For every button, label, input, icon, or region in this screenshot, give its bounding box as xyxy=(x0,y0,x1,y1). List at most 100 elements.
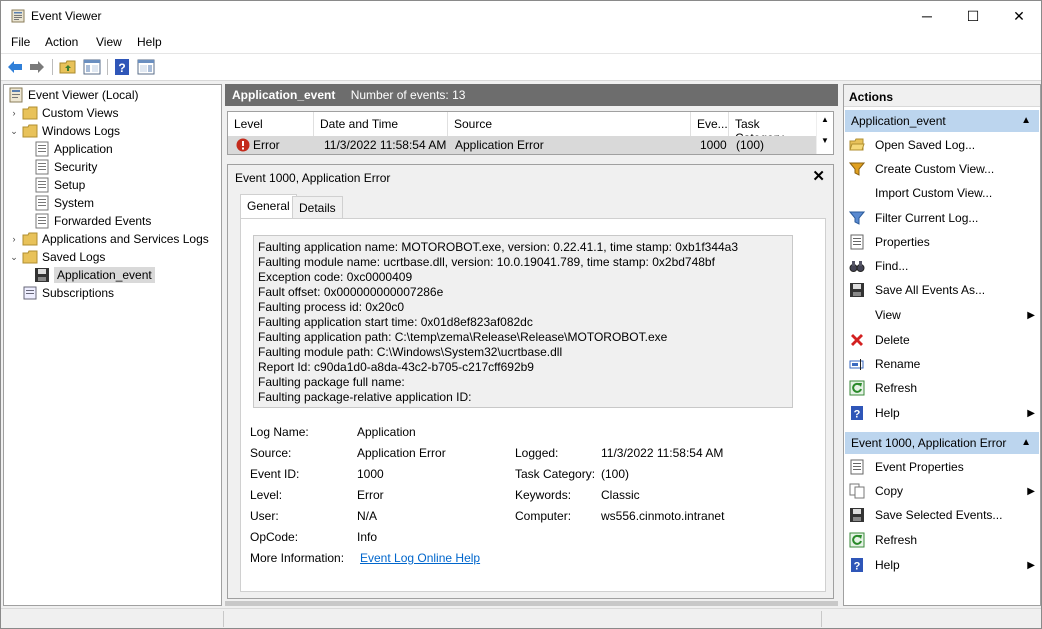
action-delete[interactable]: Delete xyxy=(849,329,1037,351)
show-hide-action-pane-icon[interactable] xyxy=(137,58,155,76)
column-header-event-id[interactable]: Eve... xyxy=(691,112,729,136)
level-value: Error xyxy=(357,488,384,502)
logged-label: Logged: xyxy=(515,446,559,460)
tree-item-security[interactable]: Security xyxy=(32,158,97,176)
maximize-icon: ☐ xyxy=(966,7,980,24)
chevron-right-icon[interactable]: › xyxy=(8,234,20,244)
description-line: Faulting package full name: xyxy=(258,375,405,389)
action-help-event[interactable]: ? Help ▶ xyxy=(849,554,1037,576)
action-save-all-events[interactable]: Save All Events As... xyxy=(849,279,1037,301)
action-create-custom-view[interactable]: Create Custom View... xyxy=(849,158,1037,180)
collapse-up-icon[interactable]: ▲ xyxy=(1021,437,1031,448)
action-refresh[interactable]: Refresh xyxy=(849,377,1037,399)
action-label: Rename xyxy=(875,357,921,371)
tree-item-label: Application xyxy=(54,142,113,156)
menu-action[interactable]: Action xyxy=(45,35,78,49)
cell-event-id: 1000 xyxy=(700,138,727,152)
chevron-down-icon[interactable]: ⌄ xyxy=(8,252,20,263)
general-tab-panel: Faulting application name: MOTOROBOT.exe… xyxy=(240,218,826,592)
scroll-up-icon[interactable]: ▲ xyxy=(817,115,833,124)
action-label: Filter Current Log... xyxy=(875,211,979,225)
tree-item-application[interactable]: Application xyxy=(32,140,113,158)
tree-item-forwarded-events[interactable]: Forwarded Events xyxy=(32,212,151,230)
submenu-arrow-icon: ▶ xyxy=(1027,309,1035,321)
event-description[interactable]: Faulting application name: MOTOROBOT.exe… xyxy=(253,235,793,408)
forward-arrow-icon[interactable] xyxy=(28,58,46,76)
action-find[interactable]: Find... xyxy=(849,255,1037,277)
event-id-value: 1000 xyxy=(357,467,384,481)
tree-item-setup[interactable]: Setup xyxy=(32,176,85,194)
save-icon xyxy=(850,508,864,522)
description-line: Faulting application name: MOTOROBOT.exe… xyxy=(258,240,739,254)
opcode-label: OpCode: xyxy=(250,530,299,544)
tree-item-system[interactable]: System xyxy=(32,194,94,212)
event-log-online-help-link[interactable]: Event Log Online Help xyxy=(360,551,480,565)
action-view[interactable]: View ▶ xyxy=(849,304,1037,326)
close-detail-icon[interactable]: ✕ xyxy=(812,167,825,185)
submenu-arrow-icon: ▶ xyxy=(1027,407,1035,419)
more-information-label: More Information: xyxy=(250,551,345,565)
close-window-button[interactable]: ✕ xyxy=(996,1,1042,31)
action-import-custom-view[interactable]: Import Custom View... xyxy=(849,182,1037,204)
description-line: Faulting process id: 0x20c0 xyxy=(258,300,405,314)
action-label: Import Custom View... xyxy=(875,186,993,200)
event-viewer-app-icon xyxy=(11,9,25,23)
log-header: Application_event Number of events: 13 xyxy=(225,84,838,106)
column-header-task-category[interactable]: Task Category xyxy=(729,112,818,145)
properties-icon xyxy=(850,459,864,475)
column-header-date[interactable]: Date and Time xyxy=(314,112,448,136)
refresh-icon xyxy=(849,380,865,396)
folder-up-icon[interactable] xyxy=(59,58,77,76)
column-header-source[interactable]: Source xyxy=(448,112,691,136)
error-icon xyxy=(236,138,250,152)
tab-general[interactable]: General xyxy=(240,194,297,218)
action-help[interactable]: ? Help ▶ xyxy=(849,402,1037,424)
tree-item-windows-logs[interactable]: ⌄ Windows Logs xyxy=(8,122,120,140)
action-label: View xyxy=(875,308,901,322)
action-label: Copy xyxy=(875,484,904,498)
back-arrow-icon[interactable] xyxy=(6,58,24,76)
action-filter-current-log[interactable]: Filter Current Log... xyxy=(849,207,1037,229)
action-open-saved-log[interactable]: Open Saved Log... xyxy=(849,134,1037,156)
section-label: Event 1000, Application Error xyxy=(851,436,1007,450)
action-copy[interactable]: Copy ▶ xyxy=(849,480,1037,502)
copy-icon xyxy=(849,483,865,499)
chevron-right-icon[interactable]: › xyxy=(8,108,20,118)
actions-section-application-event[interactable]: Application_event ▲ xyxy=(845,110,1039,132)
tree-item-custom-views[interactable]: › Custom Views xyxy=(8,104,119,122)
menu-view[interactable]: View xyxy=(96,35,122,49)
action-properties[interactable]: Properties xyxy=(849,231,1037,253)
action-save-selected-events[interactable]: Save Selected Events... xyxy=(849,504,1037,526)
scroll-down-icon[interactable]: ▼ xyxy=(817,136,833,145)
action-label: Find... xyxy=(875,259,909,273)
action-refresh-event[interactable]: Refresh xyxy=(849,529,1037,551)
cell-task-category: (100) xyxy=(736,138,765,152)
cell-level: Error xyxy=(253,138,280,152)
help-icon[interactable]: ? xyxy=(113,58,131,76)
keywords-label: Keywords: xyxy=(515,488,572,502)
chevron-down-icon[interactable]: ⌄ xyxy=(8,126,20,137)
grid-scrollbar[interactable]: ▲ ▼ xyxy=(816,112,833,154)
tab-details[interactable]: Details xyxy=(292,196,343,218)
navigation-tree: Event Viewer (Local) › Custom Views ⌄ Wi… xyxy=(3,84,222,606)
menu-help[interactable]: Help xyxy=(137,35,162,49)
tree-item-event-viewer-local[interactable]: Event Viewer (Local) xyxy=(6,86,139,104)
tree-item-application-event[interactable]: Application_event xyxy=(32,266,155,284)
collapse-up-icon[interactable]: ▲ xyxy=(1021,115,1031,126)
svg-text:?: ? xyxy=(118,61,125,75)
blank-icon xyxy=(849,185,865,201)
action-event-properties[interactable]: Event Properties xyxy=(849,456,1037,478)
center-splitter[interactable] xyxy=(225,601,838,606)
column-header-level[interactable]: Level xyxy=(228,112,314,136)
menu-file[interactable]: File xyxy=(11,35,30,49)
tree-item-saved-logs[interactable]: ⌄ Saved Logs xyxy=(8,248,105,266)
maximize-button[interactable]: ☐ xyxy=(950,1,996,31)
log-name-value: Application xyxy=(357,425,416,439)
tree-item-applications-and-services-logs[interactable]: › Applications and Services Logs xyxy=(8,230,209,248)
minimize-button[interactable]: ─ xyxy=(904,1,950,31)
actions-section-event-1000[interactable]: Event 1000, Application Error ▲ xyxy=(845,432,1039,454)
action-rename[interactable]: Rename xyxy=(849,353,1037,375)
show-hide-tree-icon[interactable] xyxy=(83,58,101,76)
tree-item-subscriptions[interactable]: Subscriptions xyxy=(20,284,114,302)
svg-text:?: ? xyxy=(854,409,861,421)
